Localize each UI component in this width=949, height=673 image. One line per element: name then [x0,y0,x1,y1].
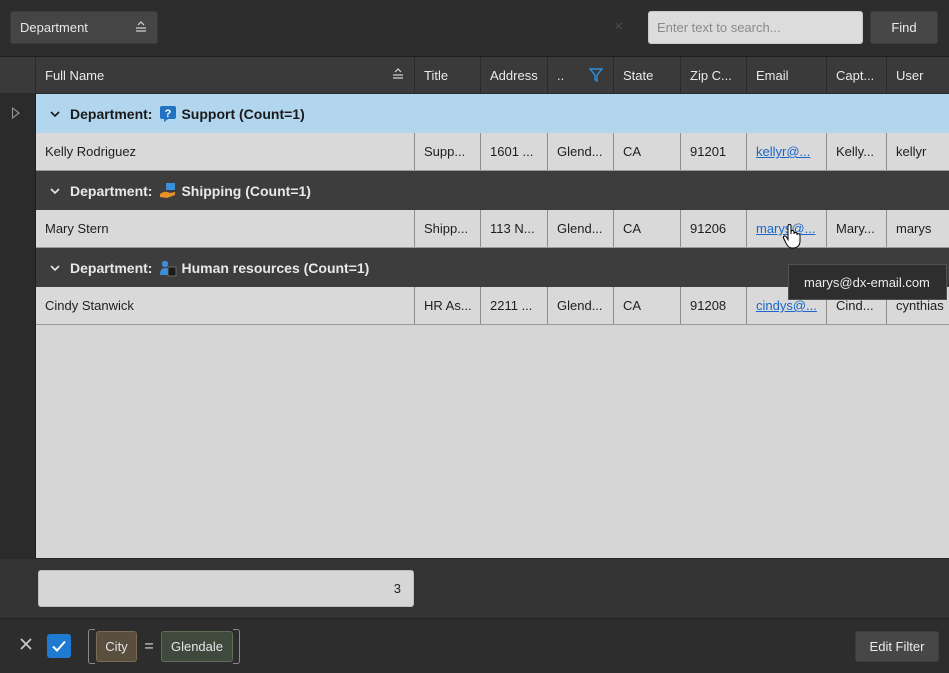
enable-filter-checkbox[interactable] [47,634,71,658]
chevron-down-icon[interactable] [50,263,60,273]
column-header-email[interactable]: Email [747,57,827,94]
row-indicator-column [0,94,36,558]
tooltip-text: marys@dx-email.com [804,274,930,290]
cell-title[interactable]: HR As... [415,287,481,324]
cell-city[interactable]: Glend... [548,210,614,247]
column-header-caption[interactable]: Capt... [827,57,887,94]
shipping-hand-icon [160,182,176,198]
column-header-label: Capt... [836,68,875,83]
group-row-header: Department: [70,105,153,122]
support-question-icon: ? [160,105,177,122]
cell-state[interactable]: CA [614,133,681,170]
column-header-label: Zip C... [690,68,732,83]
column-header-zip[interactable]: Zip C... [681,57,747,94]
search-input[interactable] [648,11,863,44]
check-icon [52,640,66,652]
group-by-department-chip[interactable]: Department [10,11,158,44]
table-row[interactable]: Kelly Rodriguez Supp... 1601 ... Glend..… [36,133,949,171]
group-row-name: Shipping (Count=1) [181,182,311,199]
filter-panel: City = Glendale Edit Filter [0,618,949,673]
group-panel: Department × Find [0,0,949,57]
group-row-header: Department: [70,182,153,199]
edit-filter-button[interactable]: Edit Filter [855,631,939,662]
cell-caption[interactable]: Kelly... [827,133,887,170]
cell-user[interactable]: kellyr [887,133,949,170]
filter-operator-label: = [144,637,154,655]
column-header-user[interactable]: User [887,57,949,94]
cell-address[interactable]: 1601 ... [481,133,548,170]
filter-operator-token[interactable]: = [141,631,157,662]
column-header-label: .. [557,68,565,83]
find-button[interactable]: Find [870,11,938,44]
group-row-name: Support (Count=1) [181,105,305,122]
cell-state[interactable]: CA [614,287,681,324]
column-header-label: Address [490,68,538,83]
cell-state[interactable]: CA [614,210,681,247]
cell-zip[interactable]: 91201 [681,133,747,170]
column-header-address[interactable]: Address [481,57,548,94]
filter-value-label: Glendale [170,639,224,654]
group-row-shipping[interactable]: Department: Shipping (Count=1) [36,171,949,210]
column-header-label: User [896,68,924,83]
cell-full-name[interactable]: Cindy Stanwick [36,287,415,324]
column-header-label: State [623,68,654,83]
search-clear-icon[interactable]: × [614,18,623,36]
group-row-header: Department: [70,259,153,276]
table-row[interactable]: Mary Stern Shipp... 113 N... Glend... CA… [36,210,949,248]
sort-ascending-icon [136,21,146,32]
column-header-state[interactable]: State [614,57,681,94]
cell-title[interactable]: Shipp... [415,210,481,247]
total-count: 3 [393,581,401,596]
cell-zip[interactable]: 91206 [681,210,747,247]
focused-row-indicator-icon [12,107,20,119]
column-header-row: Full Name Title Address .. State Zip C..… [0,57,949,94]
clear-filter-icon[interactable] [19,637,33,651]
cell-caption[interactable]: Mary... [827,210,887,247]
cell-email-link[interactable]: kellyr@... [747,133,827,170]
group-row-name: Human resources (Count=1) [181,259,370,276]
indicator-header [0,57,36,94]
email-tooltip: marys@dx-email.com [788,264,947,300]
cell-full-name[interactable]: Mary Stern [36,210,415,247]
human-resources-icon [160,260,177,276]
cell-zip[interactable]: 91208 [681,287,747,324]
cell-city[interactable]: Glend... [548,287,614,324]
column-header-label: Title [424,68,449,83]
grid-body: Department: ? Support (Count=1) Kelly Ro… [36,94,949,558]
column-header-label: Email [756,68,789,83]
total-summary-box: 3 [38,570,414,607]
svg-text:?: ? [165,108,172,120]
chevron-down-icon[interactable] [50,109,60,119]
column-header-full-name[interactable]: Full Name [36,57,415,94]
filter-bracket-left [88,629,95,664]
chevron-down-icon[interactable] [50,186,60,196]
cell-title[interactable]: Supp... [415,133,481,170]
cell-city[interactable]: Glend... [548,133,614,170]
filter-bracket-right [233,629,240,664]
sort-ascending-icon [393,68,403,79]
hand-cursor-icon [782,224,801,249]
column-header-city[interactable]: .. [548,57,614,94]
group-column-label: Department [20,20,88,35]
filter-field-token[interactable]: City [96,631,137,662]
footer-panel: 3 [0,558,949,618]
group-row-support[interactable]: Department: ? Support (Count=1) [36,94,949,133]
filter-icon[interactable] [589,68,603,82]
column-header-label: Full Name [45,68,105,83]
filter-value-token[interactable]: Glendale [161,631,233,662]
cell-user[interactable]: marys [887,210,949,247]
cell-address[interactable]: 2211 ... [481,287,548,324]
cell-full-name[interactable]: Kelly Rodriguez [36,133,415,170]
column-header-title[interactable]: Title [415,57,481,94]
cell-address[interactable]: 113 N... [481,210,548,247]
filter-field-label: City [105,639,128,654]
